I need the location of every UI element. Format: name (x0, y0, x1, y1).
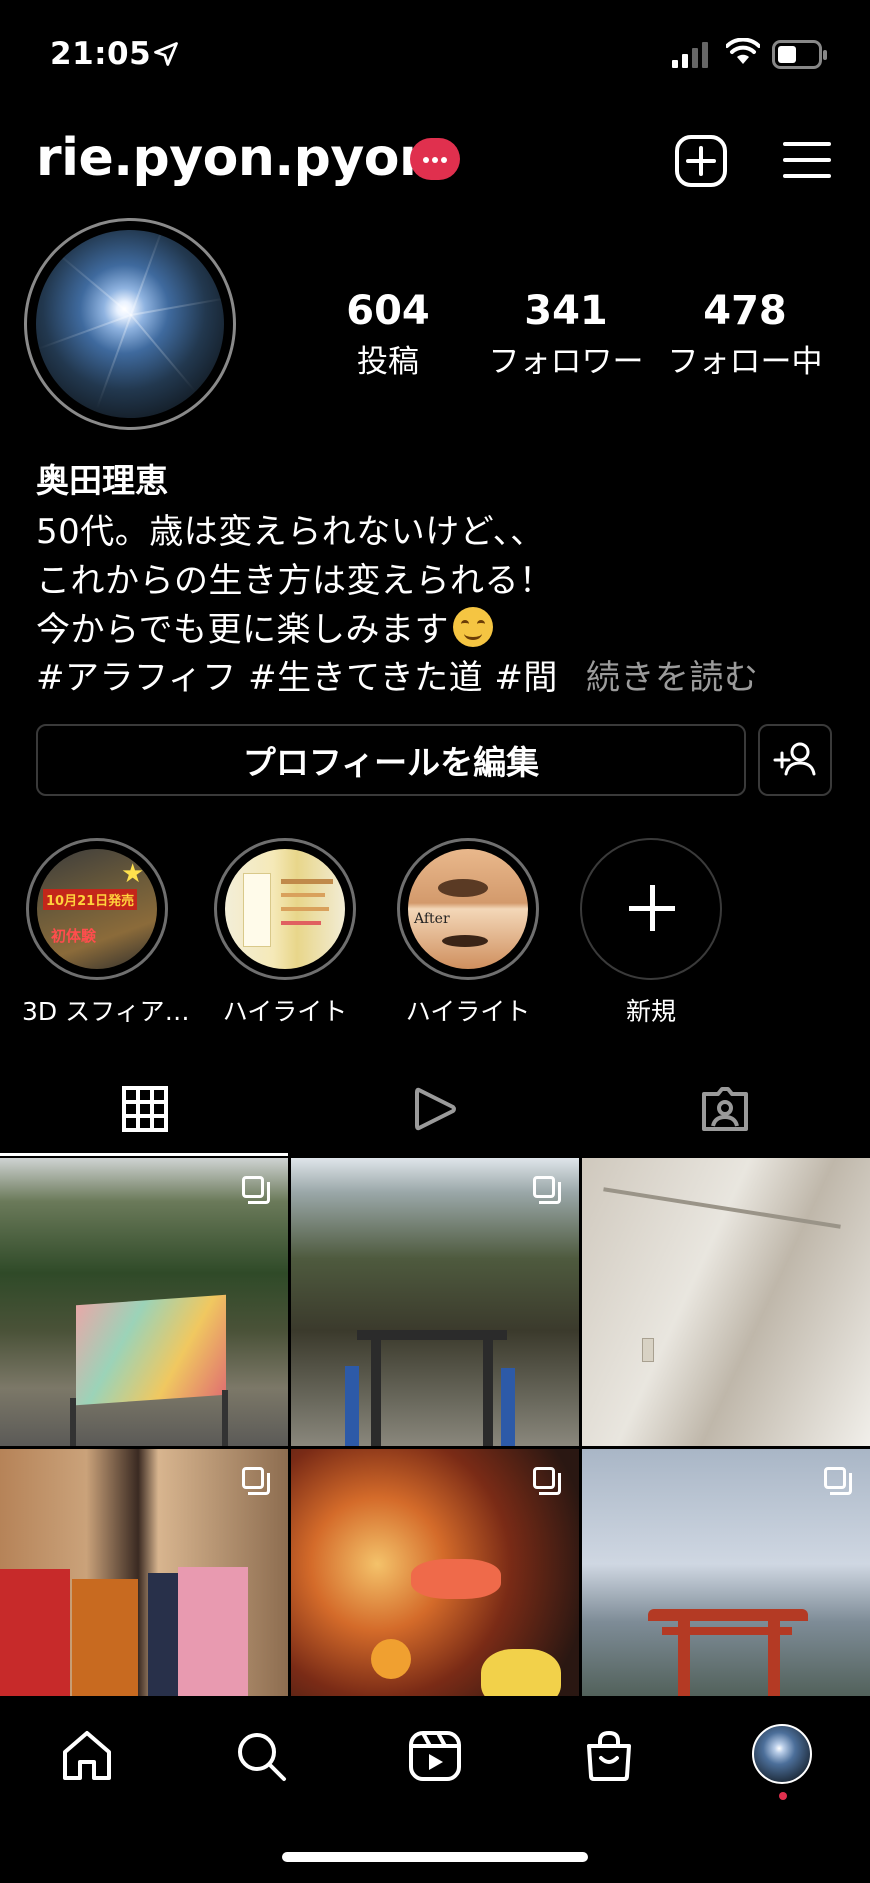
highlight-cover (214, 838, 356, 980)
highlight-label: 新規 (625, 997, 676, 1026)
avatar[interactable] (36, 230, 224, 418)
stat-following-count: 478 (703, 288, 787, 334)
bio-line: #アラフィフ #生きてきた道 #間 続きを読む (36, 650, 758, 699)
active-tab-indicator (0, 1153, 288, 1156)
smiling-face-emoji-icon (452, 607, 493, 647)
highlight-item[interactable]: 10月21日発売 初体験 ★ 3D スフィア… (22, 838, 190, 1028)
activity-dot (779, 1792, 787, 1800)
highlight-cover-text: After (414, 911, 450, 927)
discover-people-button[interactable] (758, 724, 832, 796)
tagged-person-icon (702, 1087, 748, 1131)
bio-hashtags[interactable]: #アラフィフ #生きてきた道 #間 (36, 658, 558, 698)
multi-photo-icon (533, 1467, 561, 1495)
highlight-cover: 10月21日発売 初体験 ★ (26, 838, 168, 980)
notification-badge[interactable] (410, 138, 460, 180)
highlight-label: ハイライト (405, 997, 531, 1026)
play-icon (415, 1087, 456, 1131)
multi-photo-icon (824, 1467, 852, 1495)
stat-posts[interactable]: 604 投稿 (308, 288, 468, 381)
wifi-icon (726, 38, 760, 64)
highlight-cover-subtext: 初体験 (51, 927, 97, 945)
bio-line-text: 今からでも更に楽しみます (36, 610, 449, 650)
battery-icon (772, 40, 827, 69)
stat-followers-count: 341 (524, 288, 608, 334)
post-thumbnail[interactable] (291, 1158, 579, 1446)
home-icon[interactable] (59, 1728, 115, 1784)
stat-following-label: フォロー中 (667, 344, 823, 380)
edit-profile-button[interactable]: プロフィールを編集 (36, 724, 746, 796)
post-thumbnail[interactable] (291, 1449, 579, 1737)
status-time: 21:05 (50, 36, 152, 72)
highlight-label: ハイライト (222, 997, 348, 1026)
stat-following[interactable]: 478 フォロー中 (664, 288, 826, 381)
multi-photo-icon (533, 1176, 561, 1204)
add-person-icon (773, 742, 816, 776)
multi-photo-icon (242, 1176, 270, 1204)
highlight-cover-text: 10月21日発売 (43, 889, 138, 910)
new-post-icon[interactable] (674, 134, 728, 188)
plus-icon (580, 838, 722, 980)
post-thumbnail[interactable] (0, 1158, 288, 1446)
highlight-cover: After (397, 838, 539, 980)
bio-line: これからの生き方は変えられる！ (36, 561, 554, 601)
stat-posts-label: 投稿 (357, 344, 419, 380)
highlight-item[interactable]: ハイライト (210, 838, 360, 1028)
stat-followers-label: フォロワー (488, 344, 644, 380)
stat-posts-count: 604 (346, 288, 430, 334)
shop-bag-icon[interactable] (581, 1728, 637, 1784)
highlight-label: 3D スフィア… (22, 997, 190, 1026)
profile-tab-avatar[interactable] (752, 1724, 812, 1784)
menu-icon[interactable] (783, 140, 831, 180)
post-thumbnail[interactable] (582, 1158, 870, 1446)
location-arrow-icon (154, 42, 178, 66)
tab-grid[interactable] (0, 1060, 290, 1158)
stat-followers[interactable]: 341 フォロワー (486, 288, 646, 381)
profile-username: rie.pyon.pyon (36, 128, 436, 188)
read-more-link[interactable]: 続きを読む (586, 658, 759, 698)
search-icon[interactable] (233, 1728, 289, 1784)
profile-name: 奥田理恵 (36, 461, 168, 500)
new-highlight-button[interactable]: 新規 (576, 838, 726, 1028)
bio-line: 今からでも更に楽しみます (36, 602, 493, 651)
grid-icon (122, 1086, 168, 1132)
bio-line: 50代。歳は変えられないけど、、 (36, 512, 545, 552)
cellular-signal-icon (672, 42, 708, 68)
reels-icon[interactable] (407, 1728, 463, 1784)
highlight-item[interactable]: After ハイライト (393, 838, 543, 1028)
post-thumbnail[interactable] (0, 1449, 288, 1737)
home-indicator (282, 1852, 588, 1862)
post-thumbnail[interactable] (582, 1449, 870, 1737)
tab-reels[interactable] (290, 1060, 580, 1158)
multi-photo-icon (242, 1467, 270, 1495)
tab-tagged[interactable] (580, 1060, 870, 1158)
